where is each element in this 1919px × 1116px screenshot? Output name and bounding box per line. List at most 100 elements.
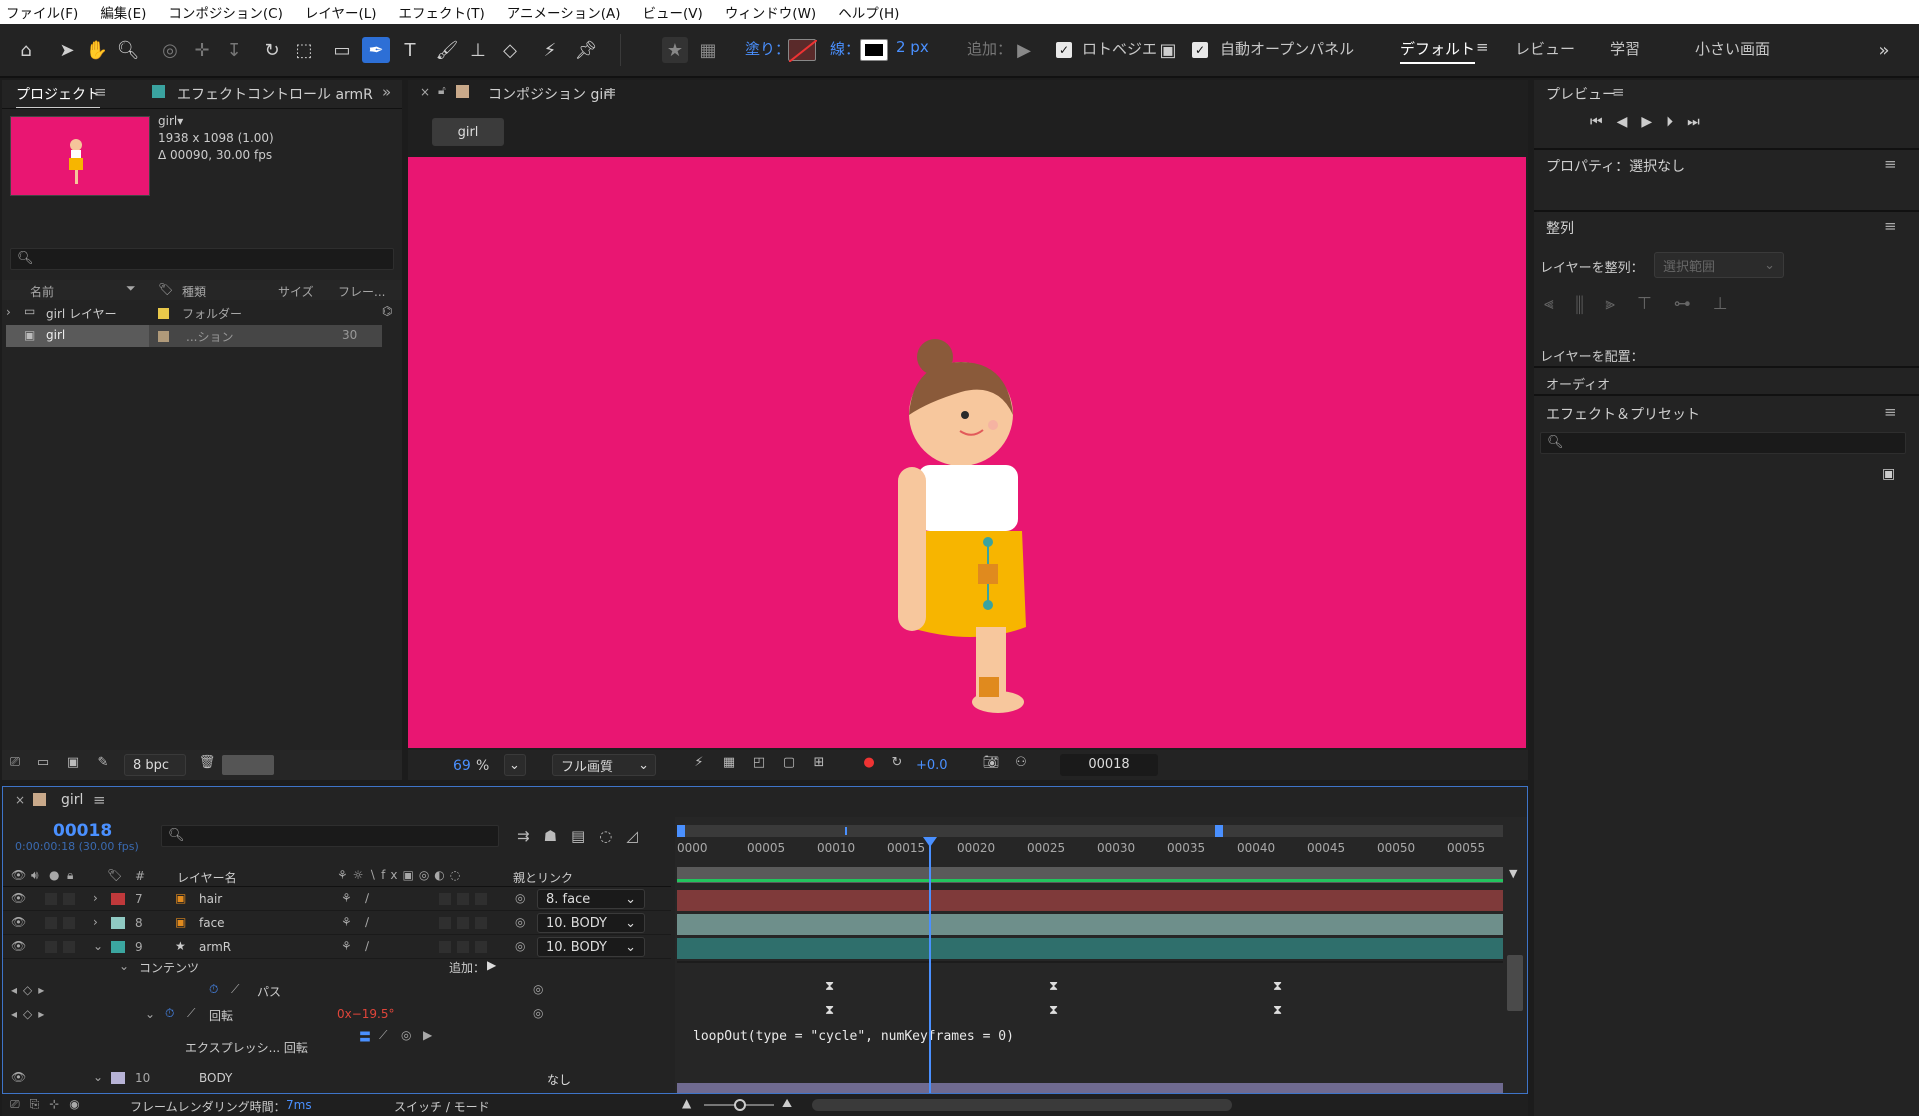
tab-effect-controls[interactable]: エフェクトコントロール armR	[177, 84, 373, 104]
trash-icon[interactable]: 🗑︎	[196, 755, 218, 770]
status-icons[interactable]: ⎚⎘⊹◉	[10, 1097, 90, 1112]
graph-icon[interactable]: ⟋	[231, 982, 239, 997]
keyframe-nav[interactable]: ◂◇▸	[11, 1007, 50, 1021]
shy-switch-icon[interactable]: ⚘	[341, 915, 352, 929]
hierarchy-icon[interactable]: ⌬	[382, 304, 392, 318]
graph-icon[interactable]: ⟋	[187, 1006, 195, 1021]
add-play-icon[interactable]: ▶	[487, 958, 496, 972]
tab-composition[interactable]: コンポジション girl	[488, 84, 613, 104]
align-target-select[interactable]: 選択範囲 ⌄	[1654, 252, 1784, 278]
zoom-in-icon[interactable]: ⛰	[782, 1096, 792, 1111]
rotation-value[interactable]: 0x−19.5°	[337, 1007, 395, 1021]
star-icon[interactable]: ★	[662, 37, 688, 63]
list-item[interactable]: ▣ girl ...ション 30	[6, 325, 382, 347]
layer-bar-body[interactable]	[677, 1083, 1503, 1093]
expression-enable-icon[interactable]: 〓	[359, 1028, 371, 1045]
timeline-search-input[interactable]: 🔍︎	[161, 825, 499, 847]
expression-language-icon[interactable]: ▶	[423, 1028, 432, 1042]
label-icon[interactable]: 🏷︎	[107, 868, 122, 882]
dolly-tool-icon[interactable]: ↧	[222, 37, 246, 63]
rotate-tool-icon[interactable]: ↻	[260, 37, 284, 63]
panel-icon[interactable]: ▣	[1156, 37, 1180, 63]
workspace-menu-icon[interactable]: ≡	[1476, 38, 1489, 56]
workspace-3[interactable]: 小さい画面	[1695, 38, 1770, 59]
puppet-tool-icon[interactable]: 📌︎	[574, 37, 598, 63]
frame-blend-icon[interactable]: ▤	[571, 827, 599, 845]
stroke-width[interactable]: 2 px	[896, 38, 929, 56]
path-row[interactable]: ◂◇▸ ⏱ ⟋ パス ◎	[3, 979, 671, 1003]
shy-switch-icon[interactable]: ⚘	[341, 891, 352, 905]
close-icon[interactable]: ×	[420, 85, 430, 99]
col-type[interactable]: 種類	[182, 283, 206, 300]
keyframe[interactable]: ⧗	[825, 979, 834, 994]
mask-path-icon[interactable]: ◰	[748, 755, 770, 770]
tab-project[interactable]: プロジェクト	[16, 84, 100, 109]
exposure-value[interactable]: +0.0	[916, 758, 948, 773]
menu-item-5[interactable]: アニメーション(A)	[507, 2, 621, 22]
add-play-icon[interactable]: ▶	[1012, 37, 1036, 63]
stopwatch-icon[interactable]: ⏱	[165, 1006, 174, 1021]
keyframe[interactable]: ⧗	[1049, 979, 1058, 994]
first-frame-icon[interactable]: ⏮	[1590, 114, 1617, 130]
align-right-icon[interactable]: ⫸	[1605, 294, 1637, 314]
chevron-right-icon[interactable]: ›	[93, 915, 98, 929]
body-layer-row[interactable]: 👁︎ ⌄ 10 BODY なし	[3, 1070, 671, 1087]
menu-item-6[interactable]: ビュー(V)	[643, 2, 703, 22]
quality-switch-icon[interactable]: ∕	[365, 939, 369, 953]
layer-bar-armR[interactable]	[677, 938, 1503, 959]
pan-tool-icon[interactable]: ✛	[190, 37, 214, 63]
bpc-button[interactable]: 8 bpc	[124, 754, 186, 776]
align-vcenter-icon[interactable]: ⊶	[1674, 294, 1713, 314]
expression-graph-icon[interactable]: ⟋	[379, 1028, 387, 1043]
expand-icon[interactable]: »	[1872, 37, 1896, 63]
clone-stamp-tool-icon[interactable]: ⊥	[466, 37, 490, 63]
color-swatch[interactable]	[222, 755, 274, 775]
expression-field[interactable]: loopOut(type = "cycle", numKeyframes = 0…	[693, 1029, 1014, 1044]
play-icon[interactable]: ▶	[1641, 114, 1666, 130]
zoom-slider[interactable]	[704, 1099, 774, 1111]
shy-switch-icon[interactable]: ⚘	[341, 939, 352, 953]
menu-item-7[interactable]: ウィンドウ(W)	[725, 2, 816, 22]
workspace-0[interactable]: デフォルト	[1400, 38, 1476, 64]
current-time[interactable]: 00018	[53, 821, 112, 841]
col-layer-name[interactable]: レイヤー名	[177, 869, 237, 886]
new-composition-icon[interactable]: ▣	[62, 755, 84, 770]
interpret-footage-icon[interactable]: ⎚	[4, 755, 26, 770]
graph-editor-icon[interactable]: ◿	[626, 827, 652, 845]
layer-row[interactable]: 👁︎ › 7 ▣ hair ⚘ ∕ ◎ 8. face ⌄	[3, 887, 671, 911]
next-frame-icon[interactable]: ⏵	[1666, 114, 1687, 130]
chevron-down-icon[interactable]: ⌄	[145, 1007, 155, 1021]
effects-search-input[interactable]: 🔍︎	[1540, 432, 1906, 454]
show-snapshot-icon[interactable]: ⚇	[1010, 755, 1032, 770]
region-of-interest-icon[interactable]: ▢	[778, 755, 800, 770]
stopwatch-icon[interactable]: ⏱	[209, 982, 218, 997]
parent-select[interactable]: 8. face ⌄	[537, 889, 645, 909]
zoom-tool-icon[interactable]: 🔍︎	[116, 37, 140, 63]
chevron-down-icon[interactable]: ⌄	[119, 959, 129, 973]
menu-item-4[interactable]: エフェクト(T)	[399, 2, 485, 22]
eye-icon[interactable]: 👁︎	[11, 891, 26, 905]
horizontal-scrollbar[interactable]	[812, 1099, 1232, 1111]
comp-end-marker[interactable]: ▼	[1509, 867, 1523, 880]
current-time-display[interactable]: 00018	[1060, 754, 1158, 776]
menu-item-8[interactable]: ヘルプ(H)	[838, 2, 899, 22]
motion-blur-icon[interactable]: ◌	[599, 827, 626, 845]
time-ruler[interactable]: 0000 00005 00010 00015 00020 00025 00030 00035 0…	[675, 837, 1505, 859]
rotation-row[interactable]: ◂◇▸ ⌄ ⏱ ⟋ 回転 0x−19.5° ◎	[3, 1003, 671, 1027]
brush-tool-icon[interactable]: 🖌︎	[435, 37, 459, 63]
layer-bar-hair[interactable]	[677, 890, 1503, 911]
auto-open-checkbox[interactable]: ✓	[1192, 42, 1208, 58]
workspace-2[interactable]: 学習	[1610, 38, 1640, 59]
col-name[interactable]: 名前	[30, 283, 54, 300]
label-color[interactable]	[158, 331, 169, 342]
eye-icon[interactable]: 👁︎	[11, 939, 26, 953]
label-color[interactable]	[158, 308, 169, 319]
menu-item-2[interactable]: コンポジション(C)	[168, 2, 282, 22]
comp-flowchart-icon[interactable]: ⇉	[517, 827, 544, 845]
menu-item-1[interactable]: 編集(E)	[100, 2, 146, 22]
snapshot-icon[interactable]: 📷︎	[980, 755, 1002, 770]
chevron-right-icon[interactable]: ›	[6, 305, 11, 319]
fill-swatch[interactable]	[788, 39, 818, 63]
pickwhip-icon[interactable]: ◎	[515, 939, 525, 953]
col-frames[interactable]: フレー...	[338, 283, 385, 300]
